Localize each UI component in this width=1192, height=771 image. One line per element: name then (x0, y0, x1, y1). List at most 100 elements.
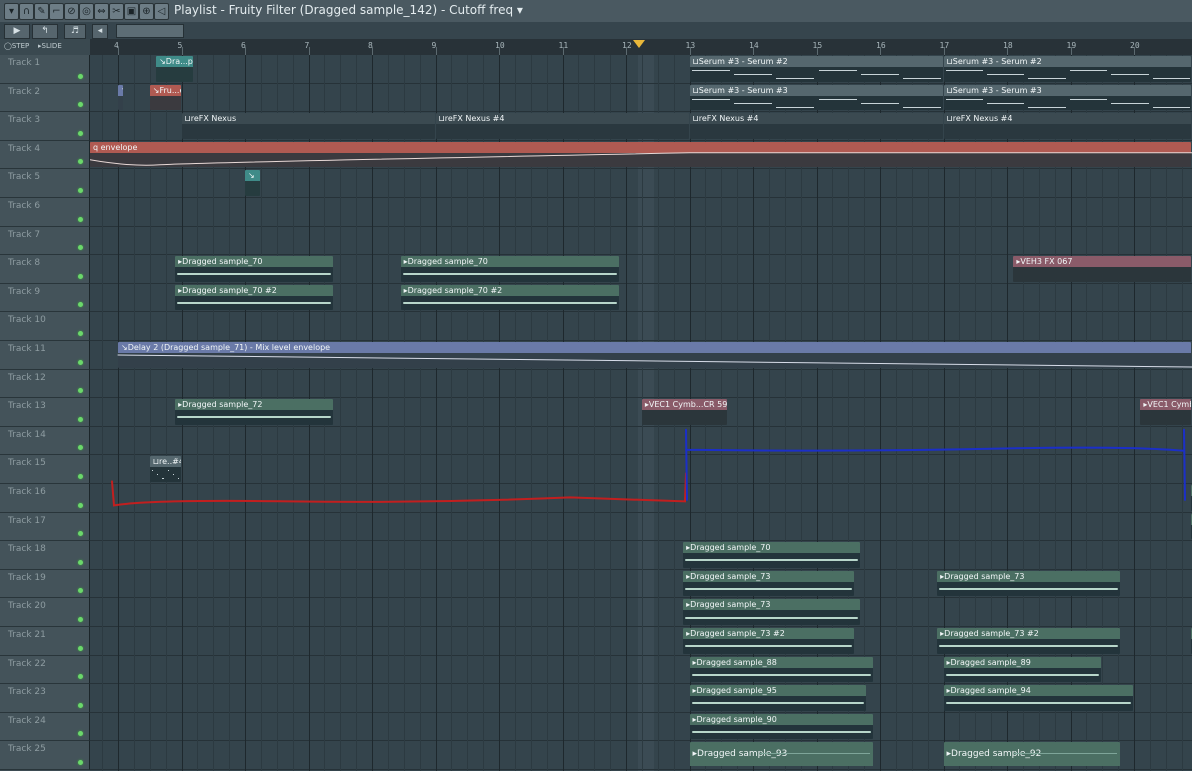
track-header-12[interactable]: Track 12 (0, 369, 90, 399)
track-header-5[interactable]: Track 5 (0, 169, 90, 198)
track-list: Track 1 Track 2 Track 3 Track 4 Track 5 Track… (0, 55, 90, 771)
track-header-11[interactable]: Track 11 (0, 341, 90, 370)
track-mute-led[interactable] (78, 102, 83, 108)
track-name: Track 6 (8, 201, 41, 211)
track-mute-led[interactable] (78, 187, 83, 193)
track-mute-led[interactable] (78, 216, 83, 222)
track-mute-led[interactable] (78, 559, 83, 565)
track-header-17[interactable]: Track 17 (0, 512, 90, 542)
ruler-tick (562, 47, 564, 55)
track-mute-led[interactable] (78, 616, 83, 622)
track-mute-led[interactable] (78, 473, 83, 479)
ruler-tick (1070, 47, 1072, 55)
ruler-tick (308, 47, 310, 55)
magnet-icon[interactable]: ∩ (19, 3, 34, 20)
playlist-grid[interactable]: ↘Dra...pe⊔Serum #3 - Serum #2⊔Serum #3 -… (90, 55, 1192, 771)
zoom-icon[interactable]: ⊕ (139, 3, 154, 20)
track-name: Track 5 (8, 172, 41, 183)
track-header-23[interactable]: Track 23 (0, 684, 90, 713)
annotation-overlay (90, 152, 1192, 507)
track-name: Track 3 (8, 115, 41, 126)
track-mute-led[interactable] (78, 502, 83, 508)
ruler-tick (753, 47, 754, 55)
track-header-4[interactable]: Track 4 (0, 140, 90, 170)
pattern-picker-button[interactable]: ▶ (4, 24, 30, 39)
track-name: Track 23 (8, 687, 46, 698)
scroll-left-button[interactable]: ◂ (92, 24, 108, 39)
slide-text: SLIDE (41, 42, 62, 50)
track-mute-led[interactable] (78, 159, 83, 165)
track-header-15[interactable]: Track 15 (0, 455, 90, 484)
slice-icon[interactable]: ✂ (109, 3, 124, 20)
track-mute-led[interactable] (78, 759, 83, 765)
menu-arrow-icon[interactable]: ▾ (4, 3, 19, 20)
track-mute-led[interactable] (78, 273, 83, 279)
track-mute-led[interactable] (78, 302, 83, 308)
horizontal-scrollbar[interactable] (116, 24, 184, 38)
playback-icon[interactable]: ◁ (154, 3, 169, 20)
track-mute-led[interactable] (78, 445, 83, 451)
track-header-13[interactable]: Track 13 (0, 398, 90, 427)
track-mute-led[interactable] (78, 359, 83, 365)
track-header-21[interactable]: Track 21 (0, 627, 90, 656)
track-name: Track 10 (8, 315, 46, 326)
slide-label[interactable]: ▸SLIDE (38, 42, 62, 50)
track-mute-led[interactable] (78, 588, 83, 594)
track-mute-led[interactable] (78, 130, 83, 136)
playhead-marker[interactable] (633, 40, 645, 48)
ruler-tick (435, 47, 437, 55)
ruler-tick (372, 47, 373, 55)
track-name: Track 1 (8, 58, 41, 68)
track-header-24[interactable]: Track 24 (0, 712, 90, 742)
snap-button[interactable]: ↰ (32, 24, 58, 39)
track-header-10[interactable]: Track 10 (0, 312, 90, 341)
track-name: Track 21 (8, 630, 46, 640)
track-header-19[interactable]: Track 19 (0, 569, 90, 599)
track-header-1[interactable]: Track 1 (0, 55, 90, 84)
track-header-2[interactable]: Track 2 (0, 83, 90, 113)
track-header-3[interactable]: Track 3 (0, 112, 90, 141)
track-mute-led[interactable] (78, 702, 83, 708)
track-mute-led[interactable] (78, 674, 83, 680)
track-header-25[interactable]: Track 25 (0, 741, 90, 770)
title-bar: ▾ ∩ ✎ ⌐ ⊘ ◎ ⇔ ✂ ▣ ⊕ ◁ Playlist - Fruity Filter (Dr… (0, 0, 1192, 23)
track-mute-led[interactable] (78, 531, 83, 537)
track-name: Track 7 (8, 229, 41, 240)
track-header-20[interactable]: Track 20 (0, 598, 90, 627)
track-mute-led[interactable] (78, 245, 83, 251)
ruler-tick (118, 47, 119, 55)
track-name: Track 8 (8, 258, 41, 269)
track-header-8[interactable]: Track 8 (0, 255, 90, 284)
track-header-6[interactable]: Track 6 (0, 198, 90, 227)
step-label[interactable]: ◯STEP (4, 42, 29, 50)
ruler-tick (499, 47, 500, 55)
brush-icon[interactable]: ⌐ (49, 3, 64, 20)
ruler-tick (880, 47, 881, 55)
ruler-tick (689, 47, 691, 55)
track-header-14[interactable]: Track 14 (0, 426, 90, 456)
pencil-icon[interactable]: ✎ (34, 3, 49, 20)
track-header-7[interactable]: Track 7 (0, 226, 90, 256)
track-header-18[interactable]: Track 18 (0, 541, 90, 570)
track-mute-led[interactable] (78, 73, 83, 79)
mute-icon[interactable]: ◎ (79, 3, 94, 20)
automation-curve (90, 152, 1192, 166)
track-mute-led[interactable] (78, 388, 83, 394)
note-button[interactable]: ♬ (64, 24, 86, 39)
blue-bracket-annotation (685, 428, 1186, 501)
track-header-9[interactable]: Track 9 (0, 283, 90, 313)
track-header-16[interactable]: Track 16 (0, 484, 90, 513)
track-mute-led[interactable] (78, 731, 83, 737)
track-name: Track 20 (8, 601, 46, 612)
delete-icon[interactable]: ⊘ (64, 3, 79, 20)
step-text: STEP (11, 42, 30, 50)
track-mute-led[interactable] (78, 645, 83, 651)
track-name: Track 24 (8, 715, 46, 726)
track-mute-led[interactable] (78, 416, 83, 422)
slip-icon[interactable]: ⇔ (94, 3, 109, 20)
track-mute-led[interactable] (78, 330, 83, 336)
ruler-tick (1134, 47, 1135, 55)
select-icon[interactable]: ▣ (124, 3, 139, 20)
track-header-22[interactable]: Track 22 (0, 655, 90, 685)
ruler-tick (816, 47, 818, 55)
